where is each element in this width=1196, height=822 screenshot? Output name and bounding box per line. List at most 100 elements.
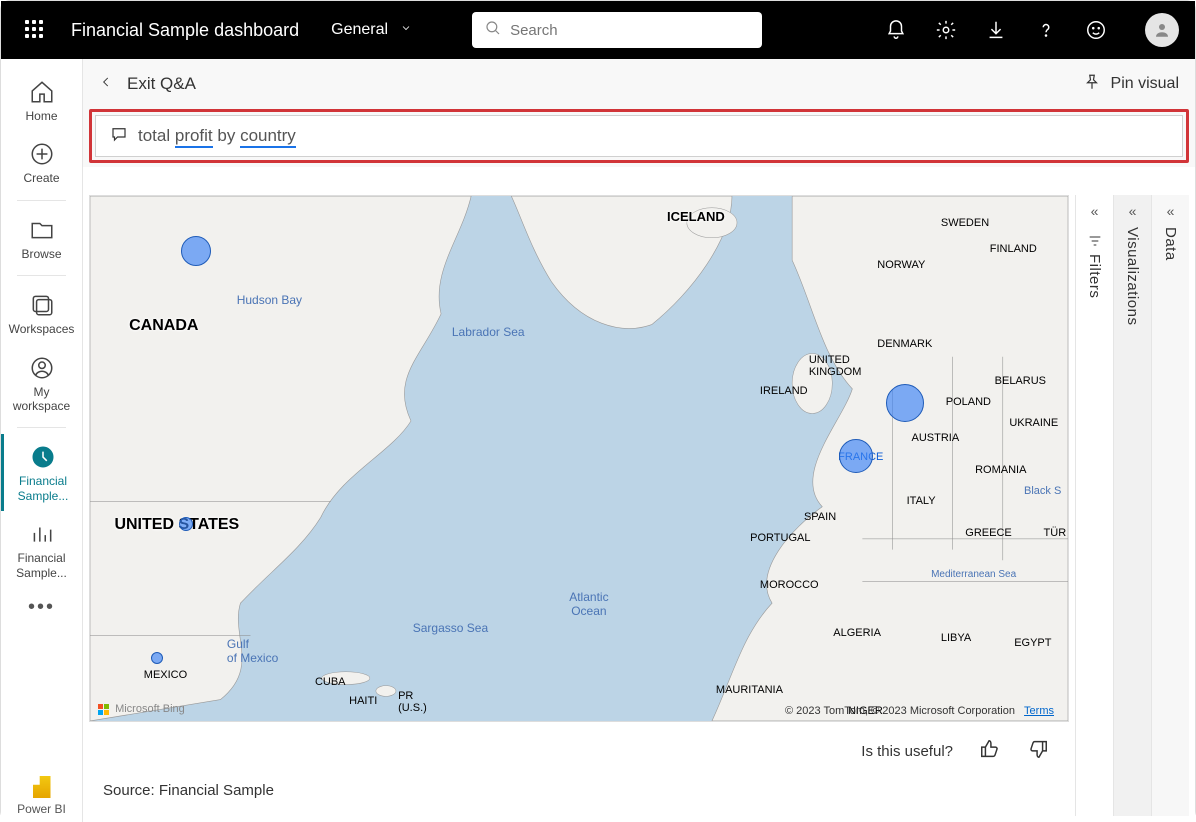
visualizations-label: Visualizations [1124, 227, 1141, 325]
main-content: Exit Q&A Pin visual total profit by coun… [83, 59, 1195, 822]
map-country-label: CUBA [315, 676, 346, 688]
map-water-label: Labrador Sea [452, 325, 525, 339]
sidebar-item-my-workspace[interactable]: My workspace [1, 345, 82, 422]
user-avatar[interactable] [1145, 13, 1179, 47]
map-data-bubble[interactable] [151, 652, 163, 664]
map-water-label: Mediterranean Sea [931, 569, 1016, 580]
map-water-label: Sargasso Sea [413, 621, 488, 635]
map-credits: © 2023 TomTom, © 2023 Microsoft Corporat… [785, 705, 1054, 717]
map-data-bubble[interactable] [181, 236, 211, 266]
powerbi-logo-icon [33, 776, 51, 798]
filters-pane-collapsed[interactable]: « Filters [1075, 195, 1113, 816]
map-water-label: Gulfof Mexico [227, 637, 278, 665]
map-country-label: GREECE [965, 527, 1011, 539]
download-icon[interactable] [985, 19, 1007, 41]
expand-chevron-icon: « [1129, 203, 1137, 219]
map-country-label: MOROCCO [760, 579, 819, 591]
pin-icon [1083, 73, 1101, 96]
map-country-label: FINLAND [990, 243, 1037, 255]
map-terms-link[interactable]: Terms [1024, 705, 1054, 717]
sidebar-item-create[interactable]: Create [1, 131, 82, 193]
map-region-label: CANADA [129, 317, 198, 335]
map-overlay-labels: CANADAUNITED STATESICELANDHudson BayLabr… [90, 196, 1068, 721]
thumbs-down-icon[interactable] [1027, 738, 1049, 764]
map-country-label: ALGERIA [833, 627, 881, 639]
app-launcher-icon[interactable] [25, 20, 45, 40]
map-country-label: TÜR [1044, 527, 1067, 539]
sidebar-label: Create [23, 171, 59, 185]
map-country-label: NORWAY [877, 259, 925, 271]
exit-qna-button[interactable]: Exit Q&A [99, 74, 196, 94]
sidebar-label: My workspace [5, 385, 78, 414]
sidebar-item-financial-report[interactable]: Financial Sample... [1, 511, 82, 588]
map-country-label: PR(U.S.) [398, 690, 427, 714]
map-country-label: POLAND [946, 396, 991, 408]
data-label: Data [1162, 227, 1179, 261]
visualizations-pane-collapsed[interactable]: « Visualizations [1113, 195, 1151, 816]
sidebar-label: Financial Sample... [8, 474, 78, 503]
map-water-label: AtlanticOcean [569, 590, 608, 618]
qna-input[interactable]: total profit by country [95, 115, 1183, 157]
brand-label: Power BI [17, 802, 66, 816]
qna-highlight-frame: total profit by country [89, 109, 1189, 163]
expand-chevron-icon: « [1091, 203, 1099, 219]
sidebar-item-browse[interactable]: Browse [1, 207, 82, 269]
source-label: Source: Financial Sample [103, 782, 274, 799]
sensitivity-dropdown[interactable]: General [323, 21, 412, 39]
map-data-bubble[interactable] [886, 384, 924, 422]
map-region-label: ICELAND [667, 209, 725, 224]
map-country-label: MEXICO [144, 669, 187, 681]
sidebar-item-home[interactable]: Home [1, 69, 82, 131]
map-country-label: UKRAINE [1009, 417, 1058, 429]
sidebar-label: Financial Sample... [5, 551, 78, 580]
map-data-bubble[interactable] [179, 517, 193, 531]
map-country-label: HAITI [349, 695, 377, 707]
map-country-label: AUSTRIA [912, 432, 960, 444]
bing-attribution: Microsoft Bing [98, 703, 185, 715]
sidebar-label: Browse [21, 247, 61, 261]
data-pane-collapsed[interactable]: « Data [1151, 195, 1189, 816]
nav-sidebar: Home Create Browse Workspaces My workspa… [1, 59, 83, 822]
chevron-left-icon [99, 74, 113, 94]
help-icon[interactable] [1035, 19, 1057, 41]
sidebar-brand: Power BI [1, 776, 82, 816]
sidebar-more[interactable]: ••• [28, 596, 55, 619]
pin-label: Pin visual [1111, 75, 1179, 93]
sidebar-label: Home [25, 109, 57, 123]
page-toolbar: Exit Q&A Pin visual [83, 59, 1195, 109]
map-country-label: EGYPT [1014, 637, 1051, 649]
map-water-label: Hudson Bay [237, 293, 302, 307]
global-search[interactable] [472, 12, 762, 48]
search-input[interactable] [510, 22, 750, 39]
thumbs-up-icon[interactable] [979, 738, 1001, 764]
map-country-label: PORTUGAL [750, 532, 810, 544]
chat-bubble-icon [110, 125, 128, 148]
search-icon [484, 19, 502, 42]
feedback-prompt: Is this useful? [851, 732, 1059, 770]
map-country-label: SWEDEN [941, 217, 989, 229]
map-country-label: SPAIN [804, 511, 836, 523]
map-data-bubble[interactable] [839, 439, 873, 473]
map-visual[interactable]: CANADAUNITED STATESICELANDHudson BayLabr… [89, 195, 1069, 722]
map-country-label: ITALY [907, 495, 936, 507]
app-header: Financial Sample dashboard General [1, 1, 1195, 59]
dashboard-title: Financial Sample dashboard [71, 20, 299, 41]
notifications-icon[interactable] [885, 19, 907, 41]
sidebar-item-workspaces[interactable]: Workspaces [1, 282, 82, 344]
useful-label: Is this useful? [861, 743, 953, 760]
filters-label: Filters [1086, 254, 1103, 298]
map-country-label: DENMARK [877, 338, 932, 350]
map-country-label: UNITEDKINGDOM [809, 354, 862, 378]
qna-text: total profit by country [138, 126, 296, 146]
pin-visual-button[interactable]: Pin visual [1083, 73, 1179, 96]
sidebar-label: Workspaces [9, 322, 75, 336]
chevron-down-icon [400, 21, 412, 39]
map-country-label: IRELAND [760, 385, 808, 397]
sidebar-item-financial-dashboard[interactable]: Financial Sample... [1, 434, 82, 511]
map-water-label: Black S [1024, 485, 1061, 497]
filters-icon [1087, 233, 1103, 254]
settings-icon[interactable] [935, 19, 957, 41]
map-country-label: ROMANIA [975, 464, 1026, 476]
feedback-icon[interactable] [1085, 19, 1107, 41]
exit-qna-label: Exit Q&A [127, 74, 196, 94]
